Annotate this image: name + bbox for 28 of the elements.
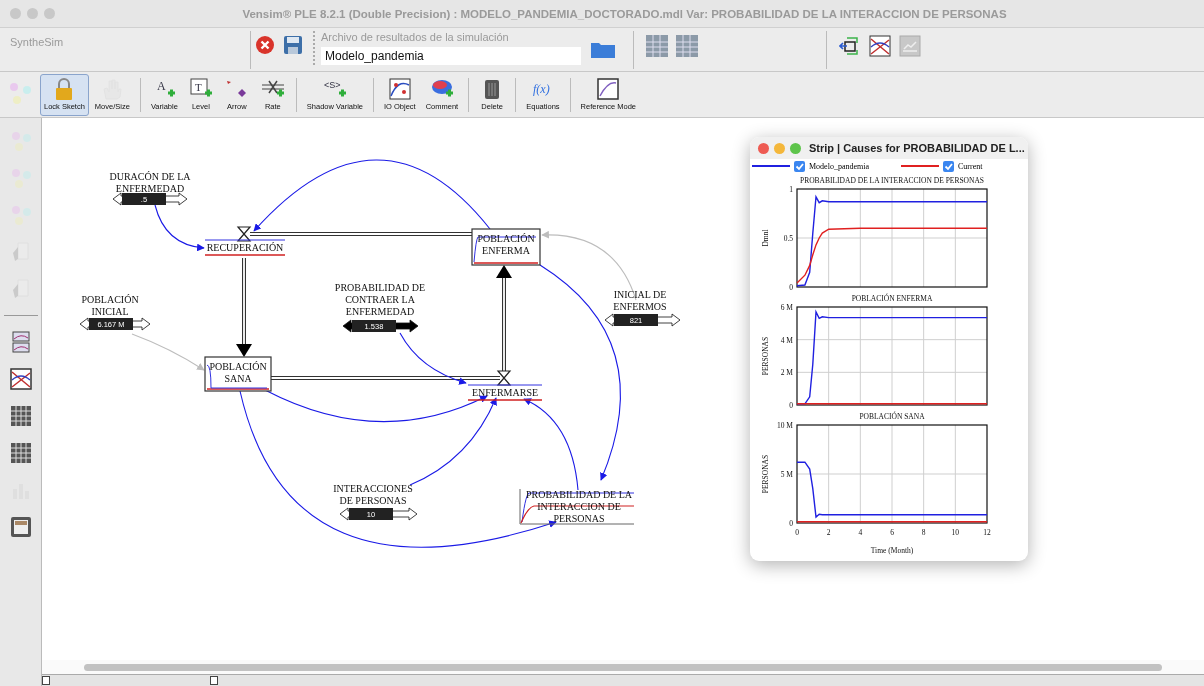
auxiliary-label: PROBABILIDAD DE LA: [525, 489, 633, 500]
constant-label: DE PERSONAS: [339, 495, 407, 506]
stock-label: POBLACIÓN: [209, 361, 267, 372]
flow-label: RECUPERACIÓN: [206, 242, 284, 253]
constant-label: ENFERMEDAD: [115, 183, 185, 194]
synthesim-label: SyntheSim: [9, 35, 65, 50]
flow-label: ENFERMARSE: [471, 387, 539, 398]
stock-label: SANA: [224, 373, 252, 384]
constant-label: ENFERMEDAD: [345, 306, 415, 317]
constant-label: ENFERMOS: [613, 301, 667, 312]
auxiliary-label: INTERACCION DE: [537, 501, 621, 512]
legend-label: Current: [958, 161, 983, 171]
constant-label: INICIAL: [91, 306, 129, 317]
constant-label: DURACÓN DE LA: [109, 171, 191, 182]
legend-label: Modelo_pandemia: [809, 161, 869, 171]
stock-label: ENFERMA: [482, 245, 530, 256]
constant-label: INTERACCIONES: [333, 483, 413, 494]
constant-label: INICIAL DE: [613, 289, 667, 300]
results-label: Archivo de resultados de la simulación: [321, 31, 510, 45]
window-title: Vensim® PLE 8.2.1 (Double Precision) : MODELO_PANDEMIA_DOCTORADO.mdl Var: PROBABILIDAD DE LA INTERACCION DE PERSONAS: [241, 7, 1008, 20]
auxiliary-label: PERSONAS: [553, 513, 605, 524]
window-title: Strip | Causes for PROBABILIDAD DE L...: [809, 142, 1025, 154]
stock-label: POBLACIÓN: [477, 233, 535, 244]
results-field[interactable]: Modelo_pandemia: [321, 47, 581, 65]
constant-label: POBLACIÓN: [81, 294, 139, 305]
constant-label: PROBABILIDAD DE: [334, 282, 426, 293]
function-icon: f(x): [530, 76, 555, 101]
constant-label: CONTRAER LA: [345, 294, 415, 305]
